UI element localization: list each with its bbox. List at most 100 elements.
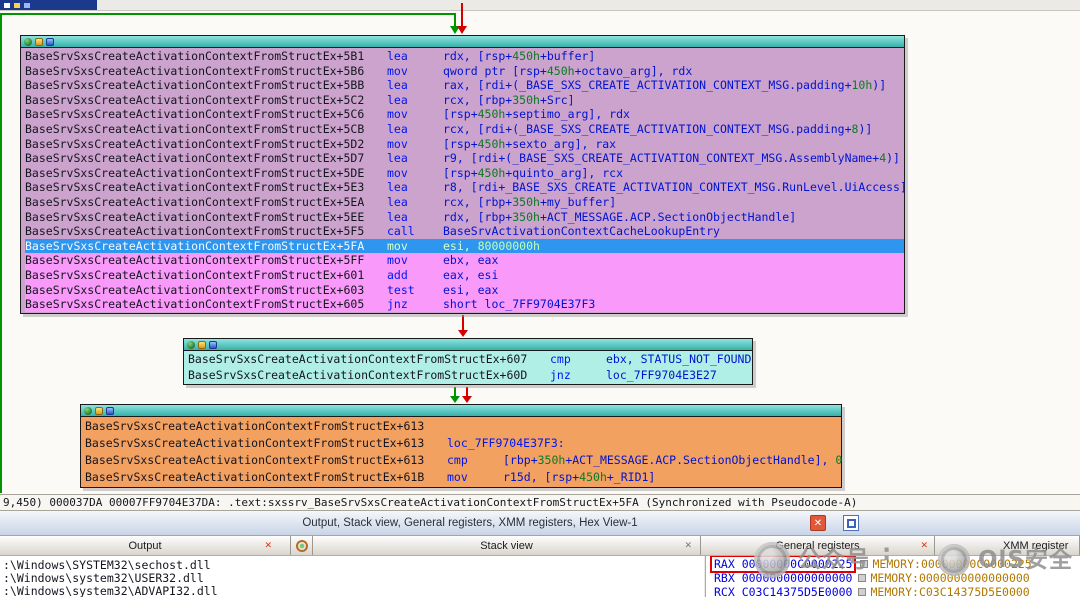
panel-caption-text: Output, Stack view, General registers, X… — [0, 517, 940, 529]
follow-in-dump-icon[interactable] — [858, 574, 866, 582]
asm-line[interactable]: BaseSrvSxsCreateActivationContextFromStr… — [25, 180, 904, 195]
output-line: :\Windows\system32\ADVAPI32.dll — [3, 585, 704, 597]
asm-address: BaseSrvSxsCreateActivationContextFromStr… — [25, 268, 387, 283]
asm-line[interactable]: BaseSrvSxsCreateActivationContextFromStr… — [25, 78, 904, 93]
asm-mnemonic: test — [387, 283, 443, 298]
asm-line[interactable]: BaseSrvSxsCreateActivationContextFromStr… — [25, 239, 904, 254]
asm-address: BaseSrvSxsCreateActivationContextFromStr… — [25, 253, 387, 268]
asm-mnemonic: mov — [387, 253, 443, 268]
register-row[interactable]: RCX C03C14375D5E0000 MEMORY:C03C14375D5E0… — [712, 585, 1080, 597]
memory-hint: MEMORY:0000000000000000 — [870, 571, 1029, 585]
output-pane[interactable]: :\Windows\SYSTEM32\sechost.dll:\Windows\… — [0, 556, 704, 597]
asm-mnemonic: mov — [387, 107, 443, 122]
restore-icon — [847, 519, 856, 528]
node-header[interactable] — [21, 36, 904, 48]
node-color-icon[interactable] — [106, 407, 114, 415]
asm-line[interactable]: BaseSrvSxsCreateActivationContextFromStr… — [25, 122, 904, 137]
register-row[interactable]: RBX 0000000000000000 MEMORY:0000000000000… — [712, 571, 1080, 585]
asm-line[interactable]: BaseSrvSxsCreateActivationContextFromStr… — [25, 210, 904, 225]
asm-operands: eax, esi — [443, 268, 498, 283]
tab-label: XMM register — [1003, 540, 1068, 552]
node-group-icon[interactable] — [198, 341, 206, 349]
asm-address: BaseSrvSxsCreateActivationContextFromStr… — [25, 122, 387, 137]
tab-stack-view[interactable]: Stack view ✕ — [313, 536, 701, 555]
node-group-icon[interactable] — [35, 38, 43, 46]
asm-operands: loc_7FF9704E3E27 — [606, 368, 717, 384]
asm-line[interactable]: BaseSrvSxsCreateActivationContextFromStr… — [25, 283, 904, 298]
panel-caption-bar[interactable]: Output, Stack view, General registers, X… — [0, 511, 1080, 536]
register-row[interactable]: RAX 00000000C0000225MEMORY:00000000C0000… — [712, 557, 1080, 571]
asm-line[interactable]: BaseSrvSxsCreateActivationContextFromStr… — [25, 137, 904, 152]
asm-mnemonic: cmp — [447, 452, 503, 469]
asm-line[interactable]: BaseSrvSxsCreateActivationContextFromStr… — [25, 151, 904, 166]
memory-hint: MEMORY:C03C14375D5E0000 — [870, 585, 1029, 597]
tab-close-icon[interactable]: ✕ — [684, 540, 692, 551]
asm-line[interactable]: BaseSrvSxsCreateActivationContextFromStr… — [85, 418, 841, 435]
asm-mnemonic: mov — [387, 137, 443, 152]
asm-line[interactable]: BaseSrvSxsCreateActivationContextFromStr… — [25, 224, 904, 239]
register-value[interactable]: RCX C03C14375D5E0000 — [712, 585, 854, 597]
asm-address: BaseSrvSxsCreateActivationContextFromStr… — [25, 224, 387, 239]
asm-mnemonic: add — [387, 268, 443, 283]
asm-operands: rdx, [rsp+450h+buffer] — [443, 49, 595, 64]
asm-address: BaseSrvSxsCreateActivationContextFromStr… — [85, 452, 447, 469]
panel-tab-bar: Output ✕ Stack view ✕ General registers … — [0, 536, 1080, 556]
asm-line[interactable]: BaseSrvSxsCreateActivationContextFromStr… — [188, 368, 752, 384]
basic-block-node[interactable]: BaseSrvSxsCreateActivationContextFromStr… — [80, 404, 842, 488]
asm-line[interactable]: BaseSrvSxsCreateActivationContextFromStr… — [25, 268, 904, 283]
general-registers-pane[interactable]: RAX 00000000C0000225MEMORY:00000000C0000… — [705, 556, 1080, 597]
window-titlebar-fragment[interactable] — [0, 0, 97, 10]
asm-line[interactable]: BaseSrvSxsCreateActivationContextFromStr… — [25, 253, 904, 268]
node-body: BaseSrvSxsCreateActivationContextFromStr… — [184, 351, 752, 384]
tab-output[interactable]: Output ✕ — [0, 536, 291, 555]
tab-undock-button[interactable] — [291, 536, 313, 555]
tab-xmm-registers[interactable]: XMM register — [935, 536, 1080, 555]
asm-line[interactable]: BaseSrvSxsCreateActivationContextFromStr… — [25, 195, 904, 210]
node-group-icon[interactable] — [95, 407, 103, 415]
tab-close-icon[interactable]: ✕ — [920, 540, 928, 551]
asm-line[interactable]: BaseSrvSxsCreateActivationContextFromStr… — [85, 452, 841, 469]
asm-line[interactable]: BaseSrvSxsCreateActivationContextFromStr… — [25, 49, 904, 64]
asm-mnemonic: lea — [387, 195, 443, 210]
asm-line[interactable]: BaseSrvSxsCreateActivationContextFromStr… — [85, 469, 841, 486]
asm-line[interactable]: BaseSrvSxsCreateActivationContextFromStr… — [188, 352, 752, 368]
follow-in-dump-icon[interactable] — [858, 588, 866, 596]
asm-line[interactable]: BaseSrvSxsCreateActivationContextFromStr… — [25, 166, 904, 181]
node-color-icon[interactable] — [209, 341, 217, 349]
panel-restore-button[interactable] — [843, 515, 859, 531]
asm-address: BaseSrvSxsCreateActivationContextFromStr… — [85, 418, 447, 435]
asm-line[interactable]: BaseSrvSxsCreateActivationContextFromStr… — [25, 64, 904, 79]
tab-general-registers[interactable]: General registers ✕ — [701, 536, 935, 555]
asm-line[interactable]: BaseSrvSxsCreateActivationContextFromStr… — [25, 107, 904, 122]
asm-mnemonic: cmp — [550, 352, 606, 368]
asm-mnemonic: lea — [387, 151, 443, 166]
asm-address: BaseSrvSxsCreateActivationContextFromStr… — [188, 352, 550, 368]
basic-block-node[interactable]: BaseSrvSxsCreateActivationContextFromStr… — [183, 338, 753, 385]
asm-operands: ebx, eax — [443, 253, 498, 268]
node-color-icon[interactable] — [46, 38, 54, 46]
asm-line[interactable]: BaseSrvSxsCreateActivationContextFromStr… — [25, 297, 904, 312]
asm-address: BaseSrvSxsCreateActivationContextFromStr… — [25, 151, 387, 166]
tab-close-icon[interactable]: ✕ — [264, 540, 272, 551]
titlebar-icon — [24, 3, 30, 8]
asm-address: BaseSrvSxsCreateActivationContextFromStr… — [25, 49, 387, 64]
asm-address: BaseSrvSxsCreateActivationContextFromStr… — [85, 469, 447, 486]
asm-line[interactable]: BaseSrvSxsCreateActivationContextFromStr… — [25, 93, 904, 108]
node-header[interactable] — [184, 339, 752, 351]
node-ball-icon[interactable] — [24, 38, 32, 46]
basic-block-node[interactable]: BaseSrvSxsCreateActivationContextFromStr… — [20, 35, 905, 314]
node-ball-icon[interactable] — [84, 407, 92, 415]
asm-mnemonic: lea — [387, 180, 443, 195]
node-header[interactable] — [81, 405, 841, 417]
follow-in-dump-icon[interactable] — [860, 560, 868, 568]
asm-address: BaseSrvSxsCreateActivationContextFromStr… — [25, 283, 387, 298]
panel-close-button[interactable]: ✕ — [810, 515, 826, 531]
asm-operands: rcx, [rbp+350h+my_buffer] — [443, 195, 616, 210]
register-value[interactable]: RBX 0000000000000000 — [712, 571, 854, 585]
tab-label: Output — [128, 540, 161, 552]
asm-address: BaseSrvSxsCreateActivationContextFromStr… — [25, 210, 387, 225]
asm-mnemonic: mov — [387, 239, 443, 254]
asm-operands: rdx, [rbp+350h+ACT_MESSAGE.ACP.SectionOb… — [443, 210, 796, 225]
node-ball-icon[interactable] — [187, 341, 195, 349]
asm-line[interactable]: BaseSrvSxsCreateActivationContextFromStr… — [85, 435, 841, 452]
